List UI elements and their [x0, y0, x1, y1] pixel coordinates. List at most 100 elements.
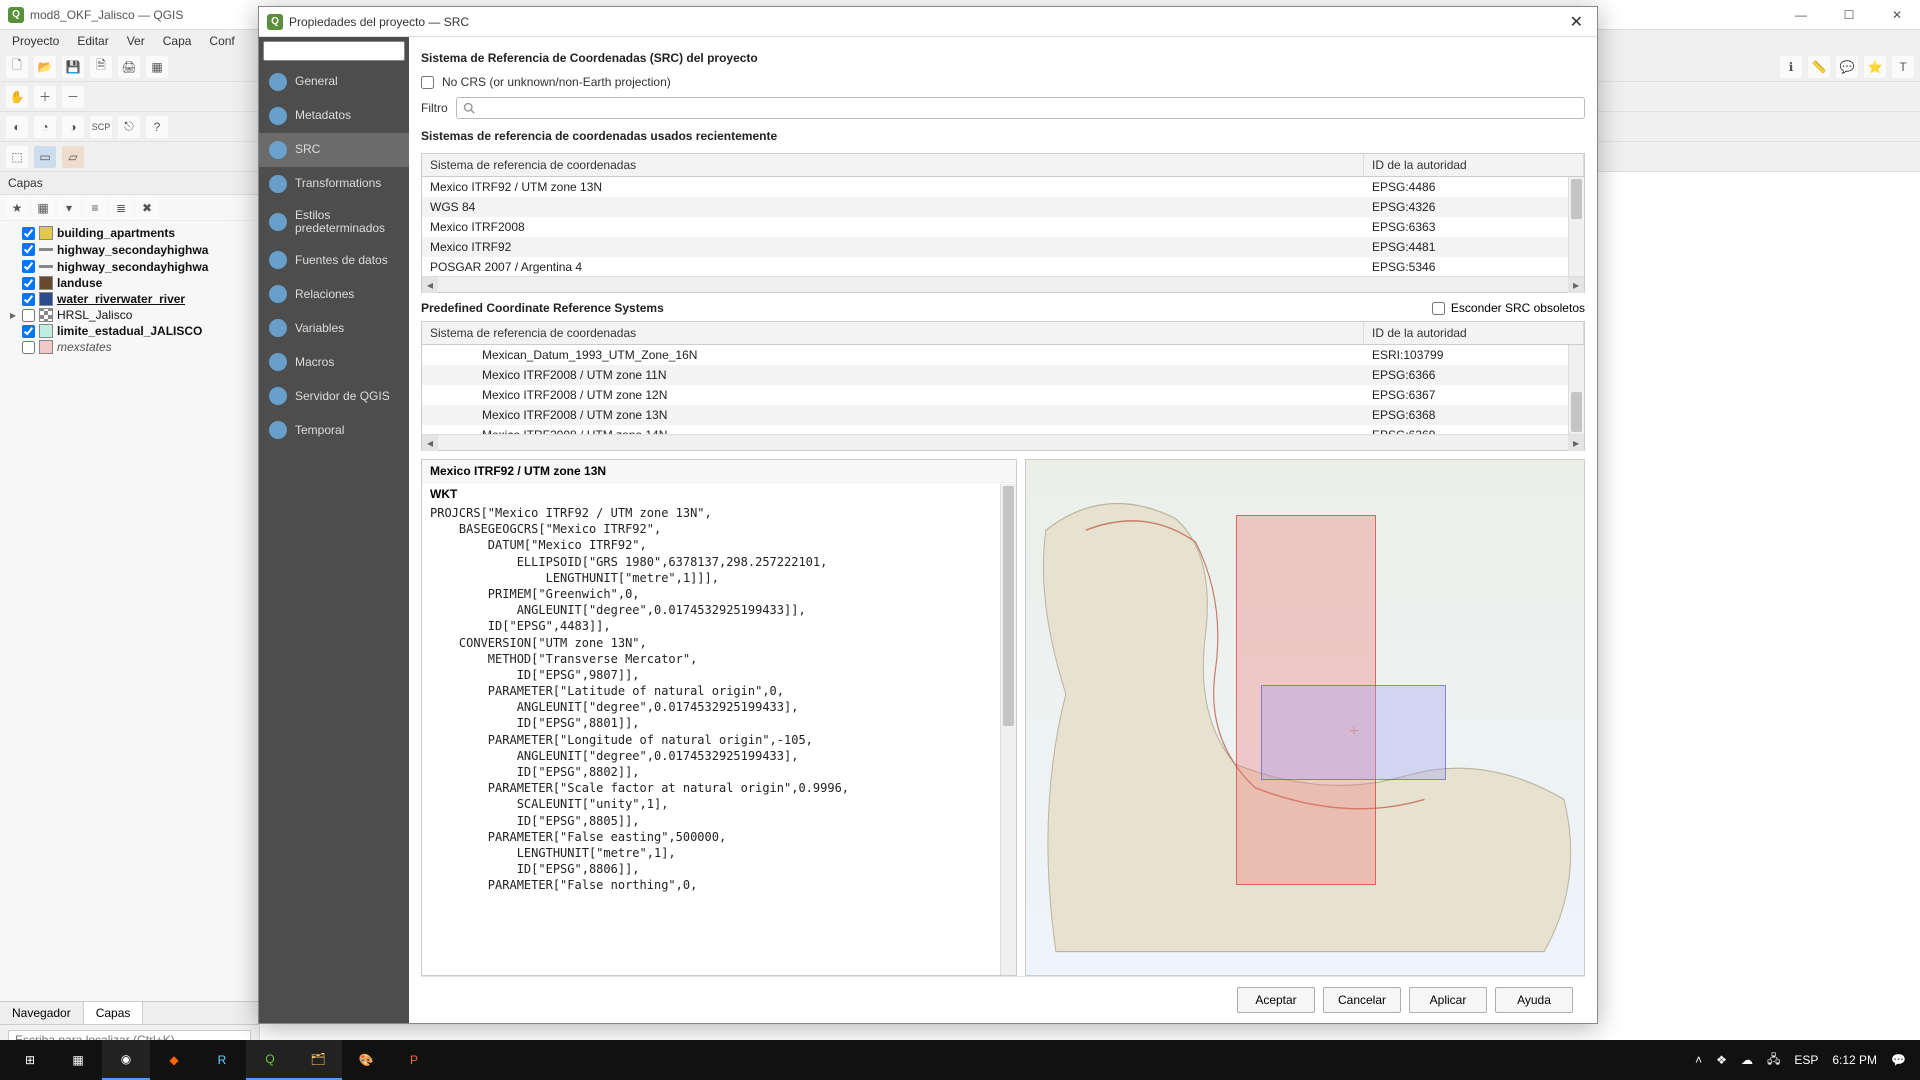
nav-item-relaciones[interactable]: Relaciones	[259, 277, 409, 311]
identify-icon[interactable]: ℹ	[1780, 56, 1802, 78]
start-button[interactable]: ⊞	[6, 1040, 54, 1080]
layer-visibility-checkbox[interactable]	[22, 243, 35, 256]
select-icon[interactable]: ⬚	[6, 146, 28, 168]
scrollbar-horizontal[interactable]	[422, 434, 1584, 450]
cancel-button[interactable]: Cancelar	[1323, 987, 1401, 1013]
layers-list[interactable]: building_apartmentshighway_secondayhighw…	[0, 221, 259, 1001]
chrome-icon[interactable]: ◉	[102, 1040, 150, 1080]
select-poly-icon[interactable]: ▱	[62, 146, 84, 168]
scrollbar-vertical[interactable]	[1568, 177, 1584, 276]
rstudio-icon[interactable]: R	[198, 1040, 246, 1080]
scrollbar-vertical[interactable]	[1568, 345, 1584, 434]
zoom-in-icon[interactable]: ＋	[34, 86, 56, 108]
crs-extent-map[interactable]: +	[1025, 459, 1585, 976]
layer-item[interactable]: ▸HRSL_Jalisco	[6, 307, 253, 323]
minimize-button[interactable]: —	[1786, 8, 1816, 22]
layer-visibility-checkbox[interactable]	[22, 309, 35, 322]
nav-item-src[interactable]: SRC	[259, 133, 409, 167]
tool-c-icon[interactable]: ◑	[62, 116, 84, 138]
layer-visibility-checkbox[interactable]	[22, 293, 35, 306]
print-layout-icon[interactable]: 🖨	[118, 56, 140, 78]
nav-item-servidor-de-qgis[interactable]: Servidor de QGIS	[259, 379, 409, 413]
menu-capa[interactable]: Capa	[155, 32, 200, 50]
layer-item[interactable]: mexstates	[6, 339, 253, 355]
hide-obsolete-checkbox[interactable]	[1432, 302, 1445, 315]
scp-icon[interactable]: SCP	[90, 116, 112, 138]
crs-row[interactable]: Mexico ITRF2008EPSG:6363	[422, 217, 1584, 237]
crs-row[interactable]: Mexico ITRF2008 / UTM zone 12NEPSG:6367	[422, 385, 1584, 405]
ok-button[interactable]: Aceptar	[1237, 987, 1315, 1013]
network-icon[interactable]: 🖧	[1767, 1050, 1780, 1071]
col-auth-header[interactable]: ID de la autoridad	[1364, 154, 1584, 176]
crs-row[interactable]: WGS 84EPSG:4326	[422, 197, 1584, 217]
language-indicator[interactable]: ESP	[1794, 1053, 1818, 1067]
dialog-titlebar[interactable]: Q Propiedades del proyecto — SRC ✕	[259, 7, 1597, 37]
layer-visibility-checkbox[interactable]	[22, 227, 35, 240]
clock[interactable]: 6:12 PM	[1832, 1053, 1877, 1067]
help-button[interactable]: Ayuda	[1495, 987, 1573, 1013]
nav-item-macros[interactable]: Macros	[259, 345, 409, 379]
crs-row[interactable]: POSGAR 2007 / Argentina 4EPSG:5346	[422, 257, 1584, 276]
tab-navegador[interactable]: Navegador	[0, 1002, 84, 1024]
collapse-all-icon[interactable]: ≣	[110, 197, 132, 219]
new-project-icon[interactable]: 🗋	[6, 56, 28, 78]
text-annotation-icon[interactable]: T	[1892, 56, 1914, 78]
brave-icon[interactable]: ◆	[150, 1040, 198, 1080]
crs-filter-input[interactable]	[456, 97, 1585, 119]
crs-row[interactable]: Mexico ITRF92EPSG:4481	[422, 237, 1584, 257]
layer-item[interactable]: highway_secondayhighwa	[6, 241, 253, 258]
crs-row[interactable]: Mexican_Datum_1993_UTM_Zone_16NESRI:1037…	[422, 345, 1584, 365]
notifications-icon[interactable]: 💬	[1891, 1053, 1906, 1067]
menu-proyecto[interactable]: Proyecto	[4, 32, 67, 50]
layer-visibility-checkbox[interactable]	[22, 325, 35, 338]
save-project-icon[interactable]: 💾	[62, 56, 84, 78]
measure-icon[interactable]: 📏	[1808, 56, 1830, 78]
layer-item[interactable]: highway_secondayhighwa	[6, 258, 253, 275]
task-view-icon[interactable]: ▦	[54, 1040, 102, 1080]
crs-row[interactable]: Mexico ITRF92 / UTM zone 13NEPSG:4486	[422, 177, 1584, 197]
tray-expand-icon[interactable]: ˄	[1695, 1053, 1702, 1067]
open-project-icon[interactable]: 📂	[34, 56, 56, 78]
col-auth-header[interactable]: ID de la autoridad	[1364, 322, 1584, 344]
wkt-text[interactable]: PROJCRS["Mexico ITRF92 / UTM zone 13N", …	[422, 505, 1016, 975]
bookmark-icon[interactable]: ⭐	[1864, 56, 1886, 78]
col-crs-header[interactable]: Sistema de referencia de coordenadas	[422, 154, 1364, 176]
nav-item-variables[interactable]: Variables	[259, 311, 409, 345]
nav-item-transformations[interactable]: Transformations	[259, 167, 409, 201]
col-crs-header[interactable]: Sistema de referencia de coordenadas	[422, 322, 1364, 344]
tool-e-icon[interactable]: ⎋	[118, 116, 140, 138]
expand-icon[interactable]: ▸	[8, 308, 18, 322]
onedrive-icon[interactable]: ☁	[1741, 1053, 1753, 1067]
nav-item-metadatos[interactable]: Metadatos	[259, 99, 409, 133]
nav-item-fuentes-de-datos[interactable]: Fuentes de datos	[259, 243, 409, 277]
maximize-button[interactable]: ☐	[1834, 8, 1864, 22]
tool-a-icon[interactable]: ◐	[6, 116, 28, 138]
apply-button[interactable]: Aplicar	[1409, 987, 1487, 1013]
crs-row[interactable]: Mexico ITRF2008 / UTM zone 13NEPSG:6368	[422, 405, 1584, 425]
dropbox-icon[interactable]: ❖	[1716, 1053, 1727, 1067]
paint-icon[interactable]: 🎨	[342, 1040, 390, 1080]
nav-item-temporal[interactable]: Temporal	[259, 413, 409, 447]
style-manager-icon[interactable]: ★	[6, 197, 28, 219]
close-button[interactable]: ✕	[1882, 8, 1912, 22]
add-group-icon[interactable]: ▦	[32, 197, 54, 219]
explorer-icon[interactable]: 🗂	[294, 1040, 342, 1080]
menu-editar[interactable]: Editar	[69, 32, 116, 50]
help-icon[interactable]: ?	[146, 116, 168, 138]
dialog-search-input[interactable]	[263, 41, 405, 61]
filter-legend-icon[interactable]: ▾	[58, 197, 80, 219]
layer-visibility-checkbox[interactable]	[22, 260, 35, 273]
dialog-close-button[interactable]: ✕	[1564, 12, 1589, 32]
select-rect-icon[interactable]: ▭	[34, 146, 56, 168]
layer-item[interactable]: building_apartments	[6, 225, 253, 241]
layout-manager-icon[interactable]: ▦	[146, 56, 168, 78]
layer-visibility-checkbox[interactable]	[22, 277, 35, 290]
no-crs-checkbox[interactable]	[421, 76, 434, 89]
pan-icon[interactable]: ✋	[6, 86, 28, 108]
zoom-out-icon[interactable]: －	[62, 86, 84, 108]
layer-item[interactable]: limite_estadual_JALISCO	[6, 323, 253, 339]
layer-item[interactable]: landuse	[6, 275, 253, 291]
tab-capas[interactable]: Capas	[84, 1002, 144, 1024]
tool-b-icon[interactable]: ◔	[34, 116, 56, 138]
menu-conf[interactable]: Conf	[201, 32, 242, 50]
